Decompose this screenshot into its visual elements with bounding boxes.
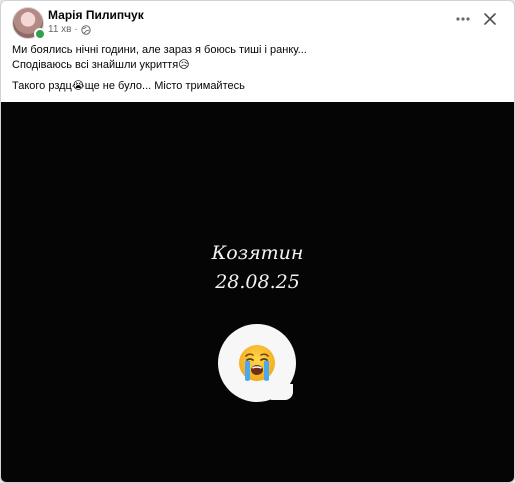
meta-separator: ·: [74, 24, 78, 35]
post-author[interactable]: Марія Пилипчук: [48, 8, 144, 22]
image-city-text: Козятин: [211, 242, 304, 264]
post-text-line: Такого рздц😭ще не було... Місто тримайте…: [12, 80, 245, 92]
more-options-icon[interactable]: [453, 9, 473, 29]
crying-emoji-sticker: [218, 324, 296, 402]
post-text-line: Ми боялись нічні години, але зараз я бою…: [12, 44, 307, 56]
globe-icon[interactable]: [81, 24, 91, 35]
post-text: Ми боялись нічні години, але зараз я бою…: [12, 43, 307, 94]
online-status-indicator: [34, 28, 46, 40]
crying-face-icon: [239, 345, 275, 381]
post-meta: 11 хв ·: [48, 24, 91, 35]
post-text-line: Сподіваюсь всі знайшли укриття😥: [12, 59, 190, 71]
image-date-text: 28.08.25: [215, 271, 300, 293]
close-icon[interactable]: [480, 9, 500, 29]
post-card: Марія Пилипчук 11 хв · Ми боялись нічні …: [0, 0, 515, 483]
post-time[interactable]: 11 хв: [48, 24, 71, 35]
post-image[interactable]: Козятин 28.08.25: [1, 102, 514, 482]
